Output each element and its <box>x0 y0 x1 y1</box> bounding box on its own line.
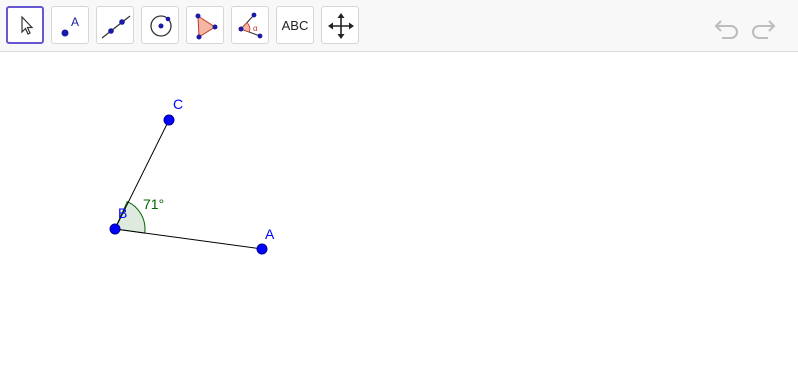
point-b[interactable] <box>109 223 121 235</box>
move-tool-button[interactable] <box>6 6 44 44</box>
polygon-tool-button[interactable] <box>186 6 224 44</box>
point-tool-button[interactable]: A <box>51 6 89 44</box>
polygon-icon <box>195 13 218 40</box>
segment-ba[interactable] <box>114 228 263 250</box>
point-b-label: B <box>118 205 127 221</box>
point-icon: A <box>61 15 79 37</box>
point-a-label: A <box>265 226 275 242</box>
point-a[interactable] <box>256 243 268 255</box>
point-c[interactable] <box>163 114 175 126</box>
point-c-label: C <box>173 96 183 112</box>
point-tool-label: A <box>71 15 79 29</box>
line-tool-button[interactable] <box>96 6 134 44</box>
undo-icon[interactable] <box>712 12 742 42</box>
toolbar: A α ABC <box>0 0 798 52</box>
redo-icon[interactable] <box>748 12 778 42</box>
text-tool-button[interactable]: ABC <box>276 6 314 44</box>
angle-icon: α <box>238 12 263 39</box>
angle-value-label: 71° <box>143 196 164 212</box>
move-arrows-icon <box>328 13 354 39</box>
circle-center-icon <box>150 15 172 37</box>
line-icon <box>101 15 131 39</box>
circle-tool-button[interactable] <box>141 6 179 44</box>
cursor-arrow-icon <box>21 15 34 35</box>
angle-tool-label: α <box>253 24 258 33</box>
angle-tool-button[interactable]: α <box>231 6 269 44</box>
text-icon: ABC <box>281 17 309 33</box>
graphics-view[interactable]: C B A 71° <box>0 53 798 379</box>
move-graphics-view-tool-button[interactable] <box>321 6 359 44</box>
